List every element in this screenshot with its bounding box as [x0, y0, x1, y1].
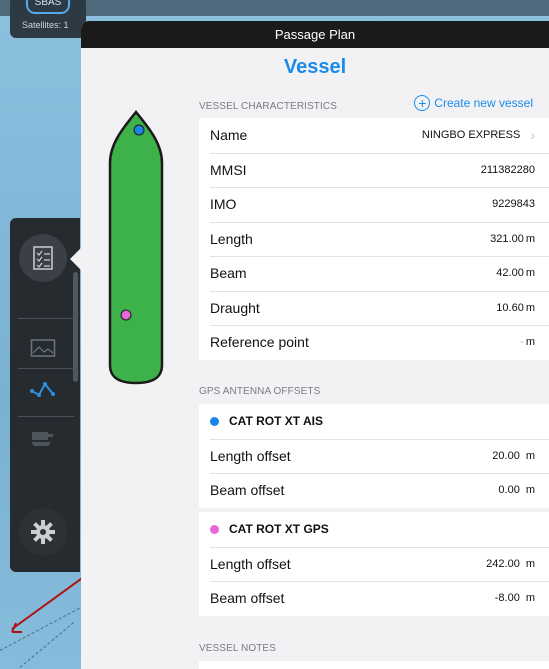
row-imo[interactable]: IMO 9229843	[199, 187, 549, 222]
row-label: MMSI	[210, 161, 247, 178]
row-label: Length offset	[210, 447, 291, 464]
satellites-count: Satellites: 1	[22, 20, 69, 30]
ais-antenna-marker	[133, 124, 145, 136]
beam-offset-value: -8.00	[494, 592, 520, 605]
imo-value: 9229843	[492, 198, 535, 211]
sbas-badge: SBAS	[26, 0, 70, 14]
passage-plan-panel: Passage Plan Vessel VESSEL CHARACTERISTI…	[81, 21, 549, 669]
row-mmsi[interactable]: MMSI 211382280	[199, 152, 549, 188]
chart-image-button[interactable]	[19, 324, 67, 372]
antenna-title-row[interactable]: CAT ROT XT GPS	[199, 512, 549, 547]
row-length-offset[interactable]: Length offset 20.00 m	[199, 438, 549, 474]
passage-plan-button[interactable]	[19, 234, 67, 282]
unit-label: m	[525, 449, 535, 462]
row-length-offset[interactable]: Length offset 242.00 m	[199, 546, 549, 582]
vessel-hull	[108, 109, 164, 385]
gps-antenna-marker	[120, 309, 132, 321]
route-icon	[30, 382, 55, 397]
row-name[interactable]: Name NINGBO EXPRESS ›	[199, 118, 549, 153]
row-label: Length offset	[210, 555, 291, 572]
map-image-icon	[30, 339, 56, 357]
unit-label: m	[525, 592, 535, 605]
length-offset-value: 242.00	[486, 557, 520, 570]
create-new-vessel-label: Create new vessel	[434, 96, 533, 110]
mmsi-value: 211382280	[480, 163, 535, 176]
unit-label: m	[525, 232, 535, 245]
gear-icon	[31, 520, 55, 544]
section-header-gps-antenna-offsets: GPS ANTENNA OFFSETS	[199, 386, 321, 397]
antenna-title: CAT ROT XT GPS	[210, 522, 329, 536]
row-label: IMO	[210, 196, 237, 213]
row-label: Reference point	[210, 334, 309, 351]
reference-point-value: -	[520, 336, 524, 349]
vessel-characteristics-list: Name NINGBO EXPRESS › MMSI 211382280 IMO…	[199, 118, 549, 360]
gps-status-widget[interactable]: SBAS Satellites: 1	[10, 0, 86, 38]
antenna-name: CAT ROT XT AIS	[229, 414, 323, 429]
route-button[interactable]	[19, 366, 67, 414]
section-header-vessel-notes: VESSEL NOTES	[199, 643, 276, 654]
length-value: 321.00	[490, 232, 524, 245]
popover-pointer	[70, 248, 81, 270]
antenna-name: CAT ROT XT GPS	[229, 522, 329, 537]
row-label: Name	[210, 127, 248, 144]
toolbar-scrollbar[interactable]	[73, 272, 78, 382]
row-label: Beam	[210, 265, 247, 282]
vessel-diagram	[108, 109, 164, 385]
antenna-ais-group: CAT ROT XT AIS Length offset 20.00 m Bea…	[199, 404, 549, 508]
gps-color-dot-icon	[210, 524, 219, 534]
checklist-icon	[33, 246, 53, 270]
row-label: Length	[210, 230, 253, 247]
vessel-name-value: NINGBO EXPRESS	[421, 129, 521, 142]
page-title: Vessel	[283, 56, 347, 78]
settings-button[interactable]	[19, 508, 67, 556]
row-beam-offset[interactable]: Beam offset -8.00 m	[199, 581, 549, 616]
row-draught[interactable]: Draught 10.60 m	[199, 290, 549, 326]
section-header-vessel-characteristics: VESSEL CHARACTERISTICS	[199, 101, 337, 112]
draught-value: 10.60	[496, 301, 524, 314]
ais-color-dot-icon	[210, 416, 219, 426]
row-beam[interactable]: Beam 42.00 m	[199, 256, 549, 291]
row-label: Beam offset	[210, 590, 285, 607]
plus-icon: +	[414, 95, 431, 111]
panel-title: Passage Plan	[81, 21, 549, 48]
unit-label: m	[525, 301, 535, 314]
row-beam-offset[interactable]: Beam offset 0.00 m	[199, 473, 549, 508]
antenna-gps-group: CAT ROT XT GPS Length offset 242.00 m Be…	[199, 512, 549, 616]
side-toolbar	[10, 218, 80, 572]
vessel-notes-field[interactable]	[199, 661, 549, 669]
unit-label: m	[525, 557, 535, 570]
beam-offset-value: 0.00	[498, 484, 520, 497]
antenna-title-row[interactable]: CAT ROT XT AIS	[199, 404, 549, 439]
unit-label: m	[525, 336, 535, 349]
row-label: Draught	[210, 299, 260, 316]
create-new-vessel-button[interactable]: + Create new vessel	[414, 95, 533, 111]
unit-label: m	[525, 267, 535, 280]
row-reference-point[interactable]: Reference point - m	[199, 325, 549, 360]
beam-value: 42.00	[496, 267, 524, 280]
antenna-title: CAT ROT XT AIS	[210, 414, 323, 428]
row-length[interactable]: Length 321.00 m	[199, 221, 549, 257]
length-offset-value: 20.00	[492, 449, 520, 462]
route-arrow-icon	[11, 622, 22, 633]
toolbar-divider	[18, 318, 74, 319]
vessel-button[interactable]	[19, 414, 67, 462]
vessel-icon	[31, 432, 53, 446]
unit-label: m	[525, 484, 535, 497]
row-label: Beam offset	[210, 482, 285, 499]
chevron-right-icon: ›	[530, 127, 535, 144]
